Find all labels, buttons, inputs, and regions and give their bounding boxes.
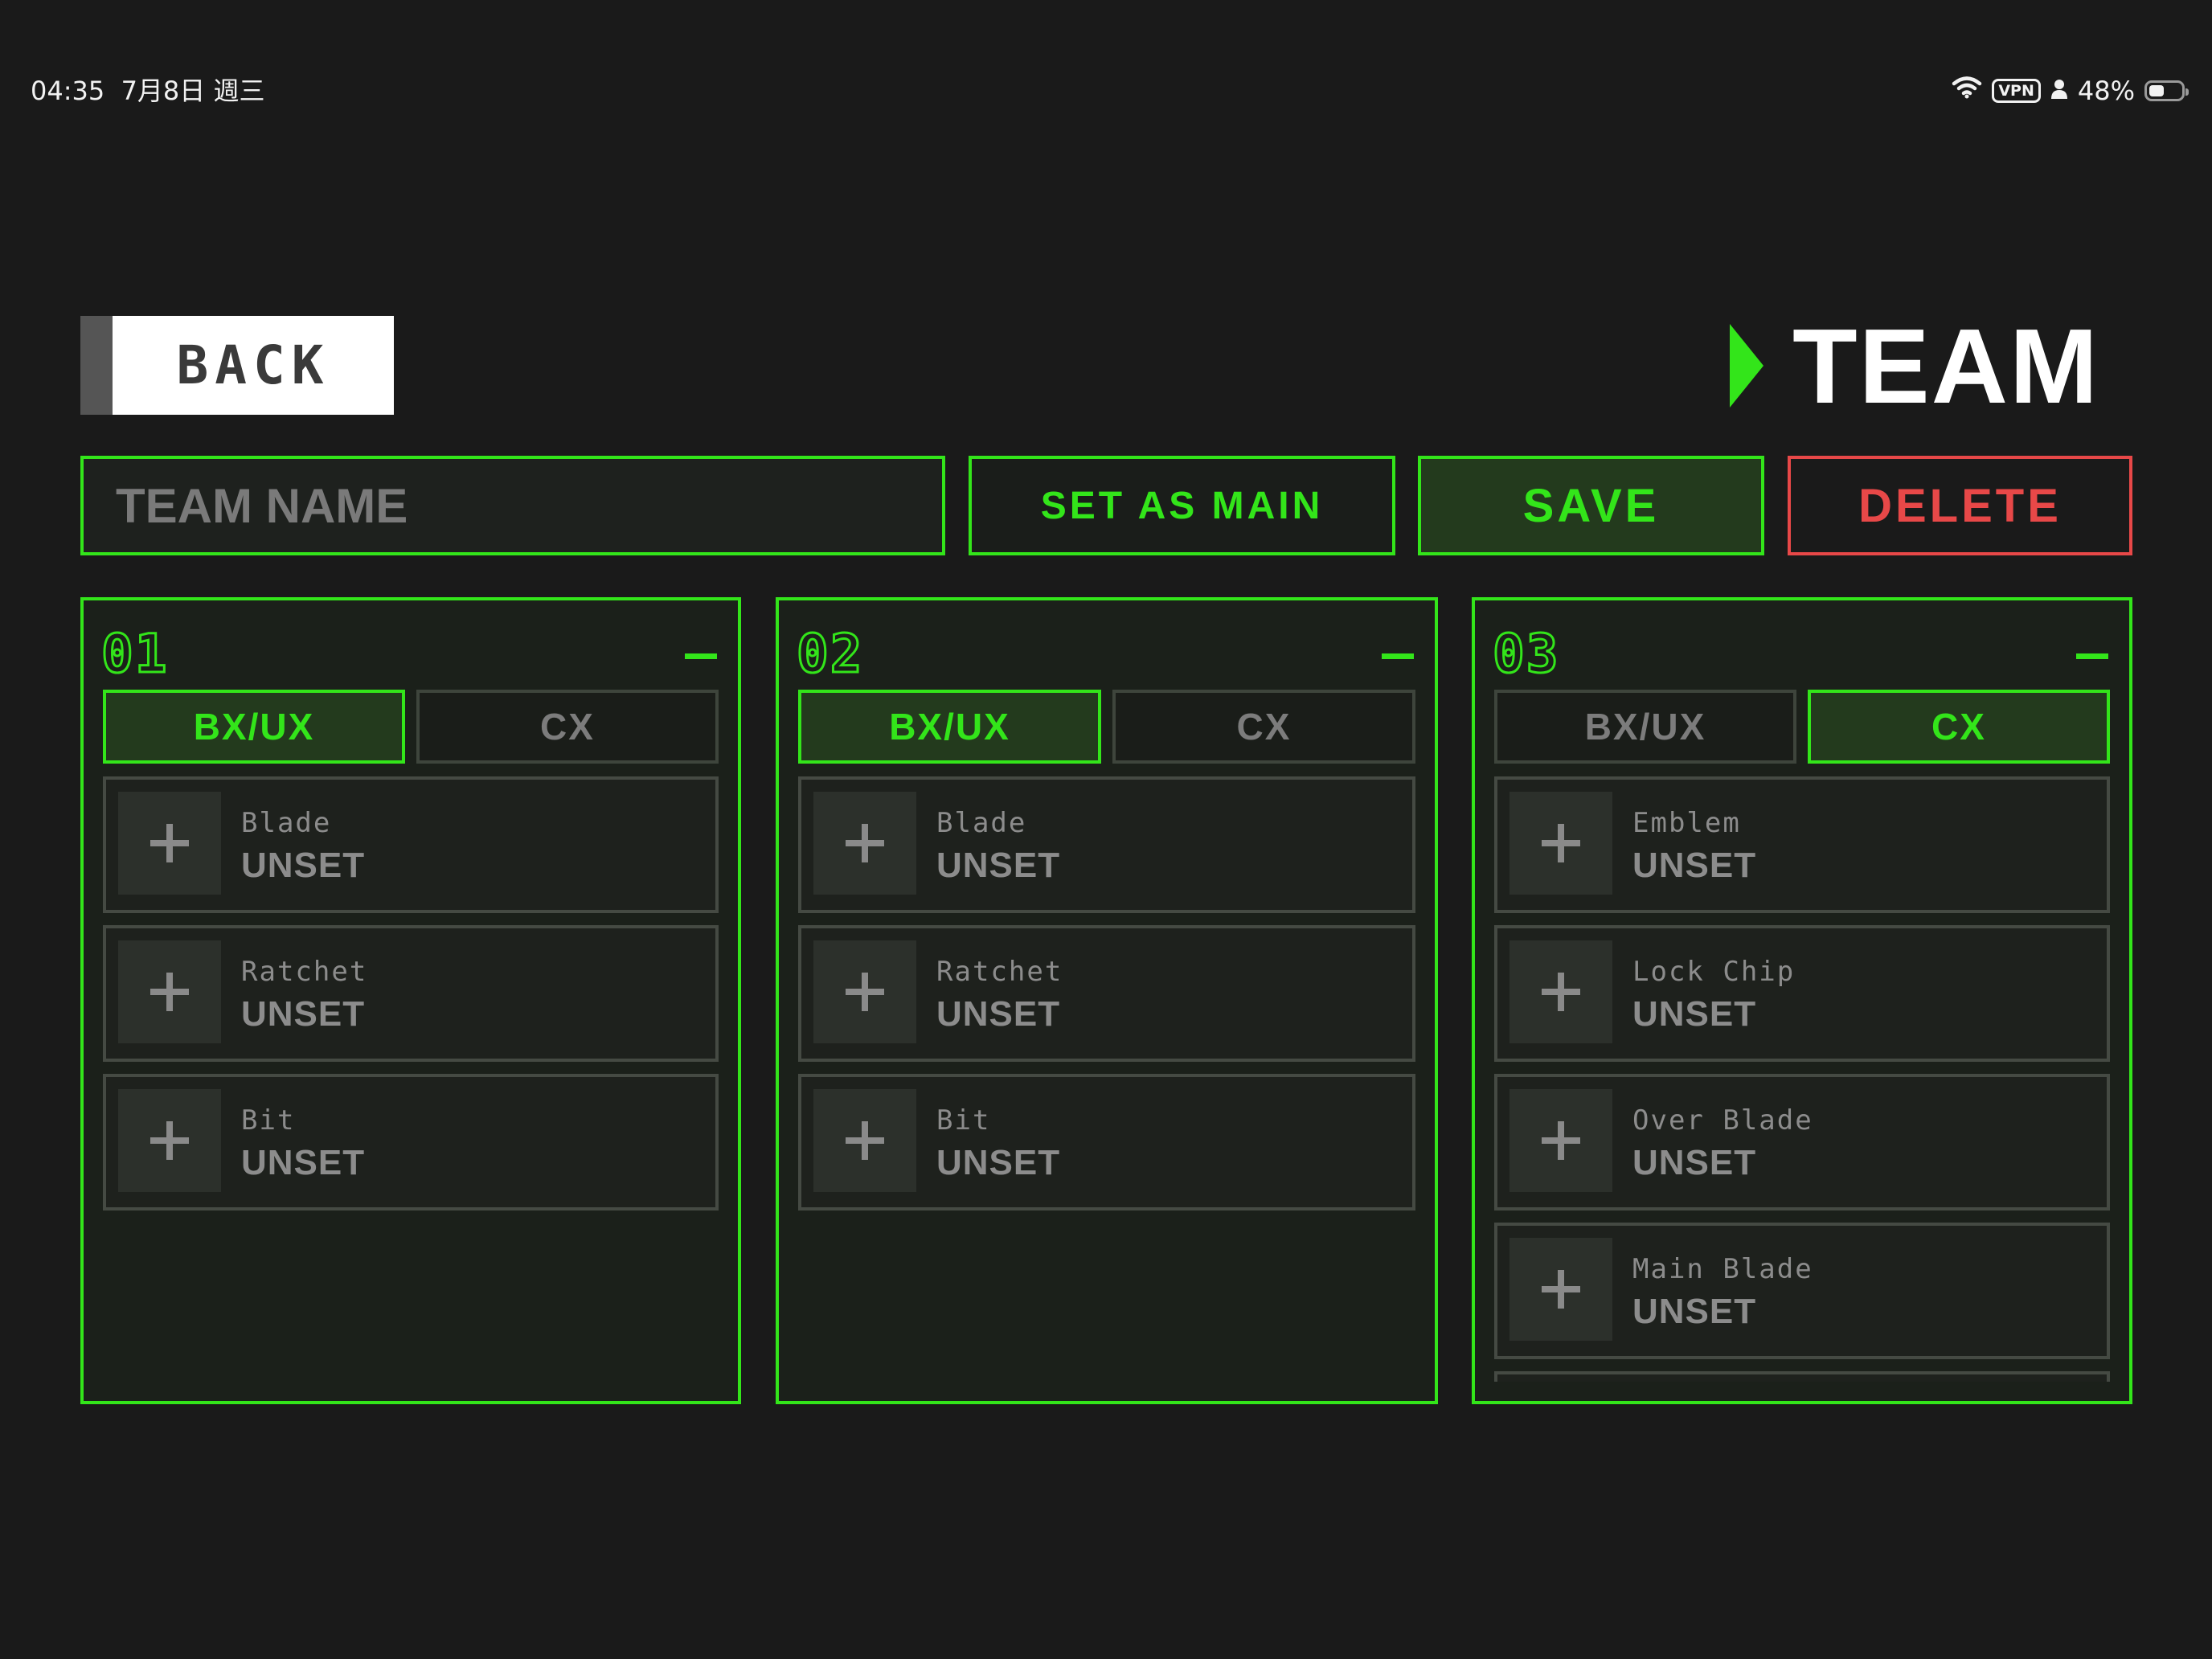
wifi-icon bbox=[1952, 76, 1982, 106]
collapse-minus-icon[interactable] bbox=[1382, 653, 1414, 659]
part-card-bit[interactable]: Bit UNSET bbox=[798, 1074, 1415, 1210]
part-card-blade[interactable]: Blade UNSET bbox=[798, 776, 1415, 913]
part-value: UNSET bbox=[1632, 846, 1757, 885]
team-slot-02: 02 BX/UX CX Blade UNSET Ratchet UNSET Bi… bbox=[776, 597, 1438, 1404]
add-part-plus-icon[interactable] bbox=[813, 940, 916, 1043]
collapse-minus-icon[interactable] bbox=[685, 653, 717, 659]
part-card-bit[interactable]: Bit UNSET bbox=[103, 1074, 719, 1210]
status-indicators: VPN 48% bbox=[1952, 71, 2189, 111]
team-slot-03: 03 BX/UX CX Emblem UNSET Lock Chip UNSET… bbox=[1472, 597, 2132, 1404]
part-list: Blade UNSET Ratchet UNSET Bit UNSET bbox=[103, 776, 719, 1382]
add-part-plus-icon[interactable] bbox=[118, 940, 221, 1043]
part-value: UNSET bbox=[936, 994, 1061, 1034]
add-part-plus-icon[interactable] bbox=[1509, 1238, 1612, 1341]
battery-level bbox=[2149, 85, 2164, 96]
system-tabs: BX/UX CX bbox=[103, 690, 719, 764]
team-slot-01: 01 BX/UX CX Blade UNSET Ratchet UNSET Bi… bbox=[80, 597, 741, 1404]
tab-bx-ux[interactable]: BX/UX bbox=[1494, 690, 1796, 764]
team-name-input[interactable] bbox=[80, 456, 945, 555]
add-part-plus-icon[interactable] bbox=[813, 792, 916, 895]
part-type-label: Bit bbox=[936, 1104, 991, 1137]
part-type-label: Lock Chip bbox=[1632, 956, 1796, 988]
tab-cx[interactable]: CX bbox=[416, 690, 719, 764]
part-value: UNSET bbox=[241, 1143, 366, 1182]
part-value: UNSET bbox=[241, 846, 366, 885]
part-card-ratchet[interactable]: Ratchet UNSET bbox=[798, 925, 1415, 1062]
part-value: UNSET bbox=[936, 1143, 1061, 1182]
part-value: UNSET bbox=[1632, 1143, 1757, 1182]
slot-number: 02 bbox=[795, 623, 864, 685]
part-card-partial[interactable] bbox=[1494, 1371, 2110, 1382]
save-button[interactable]: SAVE bbox=[1418, 456, 1764, 555]
part-type-label: Over Blade bbox=[1632, 1104, 1813, 1137]
part-type-label: Blade bbox=[241, 807, 332, 839]
tab-bx-ux[interactable]: BX/UX bbox=[798, 690, 1101, 764]
back-button[interactable]: BACK bbox=[80, 316, 394, 415]
part-value: UNSET bbox=[241, 994, 366, 1034]
part-type-label: Ratchet bbox=[936, 956, 1063, 988]
add-part-plus-icon[interactable] bbox=[118, 792, 221, 895]
set-as-main-button[interactable]: SET AS MAIN bbox=[969, 456, 1395, 555]
back-button-stripe bbox=[80, 316, 113, 415]
status-datetime: 04:35 7月8日 週三 bbox=[31, 71, 264, 108]
delete-button[interactable]: DELETE bbox=[1788, 456, 2132, 555]
battery-tip bbox=[2185, 88, 2189, 96]
slot-number: 03 bbox=[1491, 623, 1560, 685]
part-value: UNSET bbox=[1632, 994, 1757, 1034]
part-type-label: Main Blade bbox=[1632, 1253, 1813, 1285]
part-type-label: Emblem bbox=[1632, 807, 1741, 839]
page-header: TEAM bbox=[1730, 305, 2099, 426]
part-type-label: Blade bbox=[936, 807, 1027, 839]
part-card-emblem[interactable]: Emblem UNSET bbox=[1494, 776, 2110, 913]
battery-percentage: 48% bbox=[2077, 76, 2135, 106]
add-part-plus-icon[interactable] bbox=[1509, 1089, 1612, 1192]
title-arrow-icon bbox=[1730, 324, 1764, 408]
part-card-over-blade[interactable]: Over Blade UNSET bbox=[1494, 1074, 2110, 1210]
tab-cx[interactable]: CX bbox=[1112, 690, 1415, 764]
slot-number: 01 bbox=[100, 623, 169, 685]
part-card-lock-chip[interactable]: Lock Chip UNSET bbox=[1494, 925, 2110, 1062]
part-card-blade[interactable]: Blade UNSET bbox=[103, 776, 719, 913]
add-part-plus-icon[interactable] bbox=[1509, 792, 1612, 895]
add-part-plus-icon[interactable] bbox=[1509, 940, 1612, 1043]
part-card-main-blade[interactable]: Main Blade UNSET bbox=[1494, 1223, 2110, 1359]
page-title: TEAM bbox=[1792, 306, 2099, 425]
tab-bx-ux[interactable]: BX/UX bbox=[103, 690, 405, 764]
system-tabs: BX/UX CX bbox=[798, 690, 1415, 764]
status-date: 7月8日 週三 bbox=[121, 76, 265, 106]
battery-icon bbox=[2144, 80, 2189, 101]
collapse-minus-icon[interactable] bbox=[2076, 653, 2108, 659]
part-list: Blade UNSET Ratchet UNSET Bit UNSET bbox=[798, 776, 1415, 1382]
add-part-plus-icon[interactable] bbox=[813, 1089, 916, 1192]
vpn-badge: VPN bbox=[1992, 79, 2041, 103]
part-type-label: Ratchet bbox=[241, 956, 368, 988]
part-value: UNSET bbox=[1632, 1292, 1757, 1331]
part-value: UNSET bbox=[936, 846, 1061, 885]
part-type-label: Bit bbox=[241, 1104, 296, 1137]
back-button-label: BACK bbox=[176, 334, 330, 396]
system-tabs: BX/UX CX bbox=[1494, 690, 2110, 764]
part-card-ratchet[interactable]: Ratchet UNSET bbox=[103, 925, 719, 1062]
add-part-plus-icon[interactable] bbox=[118, 1089, 221, 1192]
person-icon bbox=[2050, 76, 2068, 106]
part-list: Emblem UNSET Lock Chip UNSET Over Blade … bbox=[1494, 776, 2110, 1382]
tab-cx[interactable]: CX bbox=[1808, 690, 2110, 764]
status-time: 04:35 bbox=[31, 76, 105, 106]
